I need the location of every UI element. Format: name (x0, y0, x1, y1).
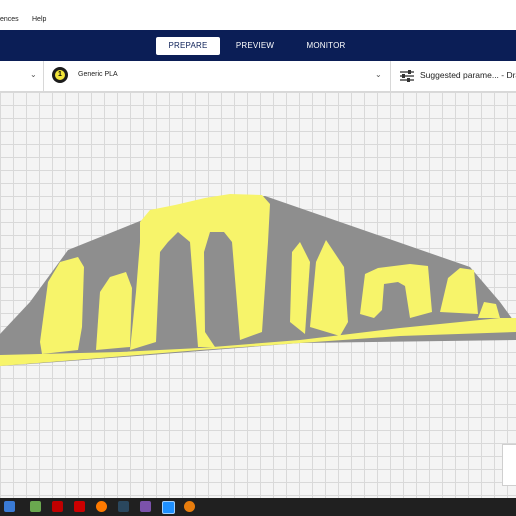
sliders-icon[interactable] (399, 69, 415, 83)
tab-preview[interactable]: PREVIEW (227, 37, 283, 55)
menu-bar: ences Help (0, 0, 516, 31)
extruder-number: 1 (55, 70, 65, 80)
menu-item-help[interactable]: Help (32, 16, 46, 23)
app-icon[interactable] (74, 501, 85, 512)
stage-header: PREPARE PREVIEW MONITOR (0, 30, 516, 61)
windows-icon[interactable] (4, 501, 15, 512)
netflix-icon[interactable] (52, 501, 63, 512)
tab-monitor[interactable]: MONITOR (297, 37, 355, 55)
blender-icon[interactable] (184, 501, 195, 512)
game-icon[interactable] (140, 501, 151, 512)
tab-prepare[interactable]: PREPARE (156, 37, 220, 55)
menu-item-preferences[interactable]: ences (0, 16, 19, 23)
firefox-icon[interactable] (96, 501, 107, 512)
build-plate-viewport[interactable] (0, 92, 516, 498)
divider (43, 61, 44, 91)
model-stonehenge[interactable] (0, 92, 516, 498)
steam-icon[interactable] (118, 501, 129, 512)
taskbar (0, 498, 516, 516)
extruder-badge[interactable]: 1 (52, 67, 68, 83)
material-dropdown-chevron-icon[interactable]: ⌄ (375, 70, 382, 79)
divider (390, 61, 391, 91)
printer-dropdown-chevron-icon[interactable]: ⌄ (30, 70, 37, 79)
settings-bar: ⌄ 1 Generic PLA ⌄ Suggested parame... - … (0, 61, 516, 92)
print-settings-button[interactable]: Suggested parame... - Dra (420, 70, 516, 80)
view-orientation-widget[interactable] (502, 444, 516, 486)
cura-icon[interactable] (162, 501, 175, 514)
material-label[interactable]: Generic PLA (78, 71, 118, 78)
file-manager-icon[interactable] (30, 501, 41, 512)
